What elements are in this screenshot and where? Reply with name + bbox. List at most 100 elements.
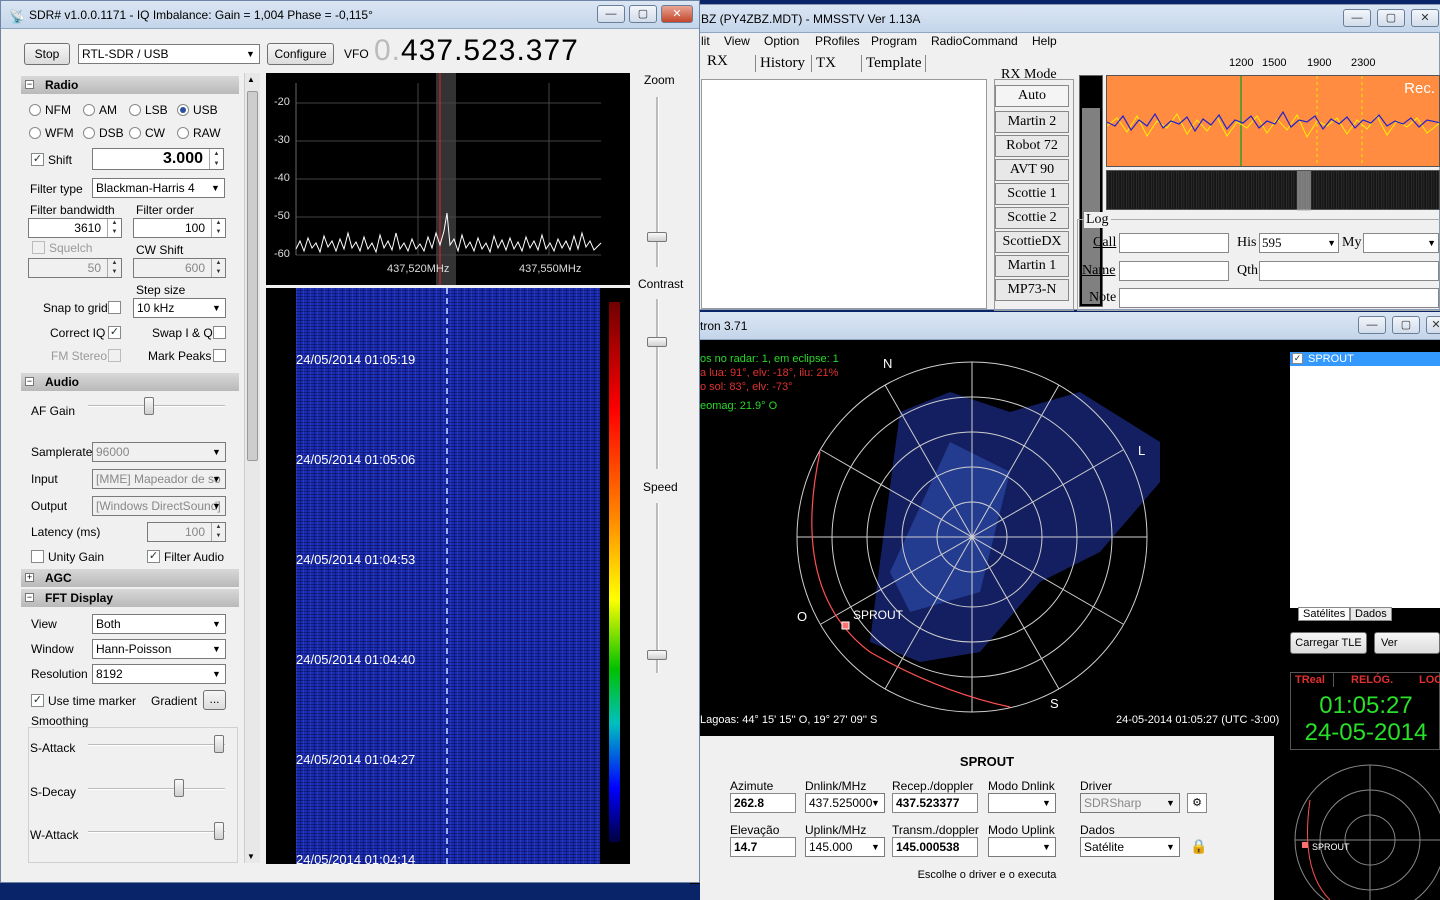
fft-section-header[interactable]: − FFT Display	[21, 589, 239, 607]
orbitron-titlebar[interactable]: tron 3.71	[690, 312, 1440, 340]
mode-nfm-radio[interactable]	[29, 104, 41, 116]
filter-audio-checkbox[interactable]: ✓	[147, 550, 160, 563]
zoom-slider[interactable]	[647, 232, 667, 242]
load-tle-button[interactable]: Carregar TLE	[1290, 632, 1367, 654]
configure-button[interactable]: Configure	[267, 43, 334, 65]
audio-section-header[interactable]: − Audio	[21, 373, 239, 391]
menu-edit[interactable]: lit	[701, 34, 710, 48]
sdr-close-button[interactable]: ✕	[661, 5, 693, 23]
mode-robot72-button[interactable]: Robot 72	[995, 135, 1069, 157]
unity-gain-checkbox[interactable]	[31, 550, 44, 563]
recep-field[interactable]: 437.523377	[892, 793, 978, 813]
satellite-checkbox[interactable]: ✓	[1292, 353, 1303, 364]
mmsstv-titlebar[interactable]: BZ (PY4ZBZ.MDT) - MMSSTV Ver 1.13A	[691, 5, 1440, 33]
w-attack-slider[interactable]	[214, 822, 224, 840]
orbitron-minimize-button[interactable]: —	[1358, 316, 1386, 334]
tab-tx[interactable]: TX	[811, 55, 836, 72]
name-field[interactable]	[1119, 261, 1229, 281]
menu-radiocommand[interactable]: RadioCommand	[931, 34, 1018, 48]
latency-input[interactable]: 100 ▲ ▼	[147, 522, 226, 542]
mark-peaks-checkbox[interactable]	[213, 349, 226, 362]
azimute-field[interactable]: 262.8	[730, 793, 796, 813]
shift-checkbox[interactable]: ✓	[31, 153, 44, 166]
output-device-select[interactable]: [Windows DirectSound] ▼	[92, 496, 226, 516]
mode-am-radio[interactable]	[83, 104, 95, 116]
fft-spectrum[interactable]: -20 -30 -40 -50 -60 437,520MHz 437,550MH…	[266, 73, 630, 285]
his-field[interactable]: 595 ▼	[1259, 233, 1339, 253]
menu-profiles[interactable]: PRofiles	[815, 34, 860, 48]
driver-config-icon[interactable]: ⚙	[1187, 793, 1207, 813]
s-decay-slider[interactable]	[174, 779, 184, 797]
qth-field[interactable]	[1259, 261, 1439, 281]
lock-icon[interactable]: 🔒	[1190, 838, 1207, 855]
mode-mp73n-button[interactable]: MP73-N	[995, 279, 1069, 301]
dados-select[interactable]: Satélite ▼	[1080, 837, 1180, 857]
mmsstv-maximize-button[interactable]: ▢	[1377, 9, 1405, 27]
sdr-titlebar[interactable]: SDR# v1.0.0.1171 - IQ Imbalance: Gain = …	[1, 1, 699, 29]
mode-scottiedx-button[interactable]: ScottieDX	[995, 231, 1069, 253]
my-field[interactable]: ▼	[1363, 233, 1439, 253]
correct-iq-checkbox[interactable]: ✓	[108, 326, 121, 339]
af-gain-slider[interactable]	[144, 397, 154, 415]
input-device-select[interactable]: [MME] Mapeador de so ▼	[92, 469, 226, 489]
speed-slider[interactable]	[647, 650, 667, 660]
tab-history[interactable]: History	[755, 55, 805, 72]
satellite-label[interactable]: SPROUT	[853, 608, 903, 622]
shift-input[interactable]: 3.000 ▲ ▼	[92, 148, 224, 170]
elevacao-field[interactable]: 14.7	[730, 837, 796, 857]
mode-scottie1-button[interactable]: Scottie 1	[995, 183, 1069, 205]
filter-type-select[interactable]: Blackman-Harris 4 ▼	[92, 178, 225, 198]
menu-option[interactable]: Option	[764, 34, 799, 48]
call-field[interactable]	[1119, 233, 1229, 253]
agc-section-header[interactable]: + AGC	[21, 569, 239, 587]
radio-section-header[interactable]: − Radio	[21, 76, 239, 94]
clock-tab-treal[interactable]: TReal	[1295, 673, 1334, 687]
modo-dnlink-select[interactable]: ▼	[988, 793, 1056, 813]
mode-raw-radio[interactable]	[177, 127, 189, 139]
uplink-select[interactable]: 145.000 ▼	[805, 837, 885, 857]
clock-tab-relog[interactable]: RELÓG.	[1351, 673, 1393, 687]
tab-rx[interactable]: RX	[707, 53, 728, 70]
mode-usb-radio[interactable]	[177, 104, 189, 116]
driver-select[interactable]: SDRSharp ▼	[1080, 793, 1180, 813]
fm-stereo-checkbox[interactable]	[108, 349, 121, 362]
next-pass-button[interactable]: Ver Próximo	[1374, 632, 1440, 669]
samplerate-select[interactable]: 96000 ▼	[92, 442, 226, 462]
mode-martin2-button[interactable]: Martin 2	[995, 111, 1069, 133]
mode-auto-button[interactable]: Auto	[995, 85, 1069, 107]
mode-scottie2-button[interactable]: Scottie 2	[995, 207, 1069, 229]
sdr-maximize-button[interactable]: ▢	[629, 5, 657, 23]
mode-martin1-button[interactable]: Martin 1	[995, 255, 1069, 277]
mode-dsb-radio[interactable]	[83, 127, 95, 139]
swap-iq-checkbox[interactable]	[213, 326, 226, 339]
tab-dados[interactable]: Dados	[1350, 607, 1392, 621]
tab-satellites[interactable]: Satélites	[1298, 607, 1351, 621]
cw-shift-input[interactable]: 600 ▲ ▼	[133, 258, 226, 278]
s-attack-slider[interactable]	[214, 735, 224, 753]
time-marker-checkbox[interactable]: ✓	[31, 694, 44, 707]
mode-avt90-button[interactable]: AVT 90	[995, 159, 1069, 181]
squelch-checkbox[interactable]	[32, 241, 45, 254]
source-select[interactable]: RTL-SDR / USB ▼	[78, 44, 260, 64]
note-field[interactable]	[1119, 288, 1439, 308]
filter-bandwidth-input[interactable]: 3610 ▲ ▼	[28, 218, 122, 238]
satellite-list[interactable]: ✓ SPROUT	[1290, 352, 1440, 608]
contrast-slider[interactable]	[647, 337, 667, 347]
view-select[interactable]: Both ▼	[92, 614, 226, 634]
modo-uplink-select[interactable]: ▼	[988, 837, 1056, 857]
sdr-minimize-button[interactable]: —	[597, 5, 625, 23]
snap-to-grid-checkbox[interactable]	[108, 301, 121, 314]
tab-template[interactable]: Template	[861, 55, 926, 72]
menu-view[interactable]: View	[724, 34, 750, 48]
mode-lsb-radio[interactable]	[129, 104, 141, 116]
waterfall[interactable]: 24/05/2014 01:05:19 24/05/2014 01:05:06 …	[266, 288, 630, 867]
orbitron-maximize-button[interactable]: ▢	[1392, 316, 1420, 334]
panel-scrollbar[interactable]: ▲ ▼	[244, 73, 260, 863]
scroll-up-icon[interactable]: ▲	[247, 75, 255, 84]
filter-order-input[interactable]: 100 ▲ ▼	[133, 218, 226, 238]
satellite-list-item[interactable]: ✓ SPROUT	[1290, 352, 1440, 366]
window-select[interactable]: Hann-Poisson ▼	[92, 639, 226, 659]
dnlink-select[interactable]: 437.525000 ▼	[805, 793, 885, 813]
vfo-display[interactable]: 0.437.523.377	[374, 34, 579, 68]
step-size-select[interactable]: 10 kHz ▼	[133, 298, 226, 318]
